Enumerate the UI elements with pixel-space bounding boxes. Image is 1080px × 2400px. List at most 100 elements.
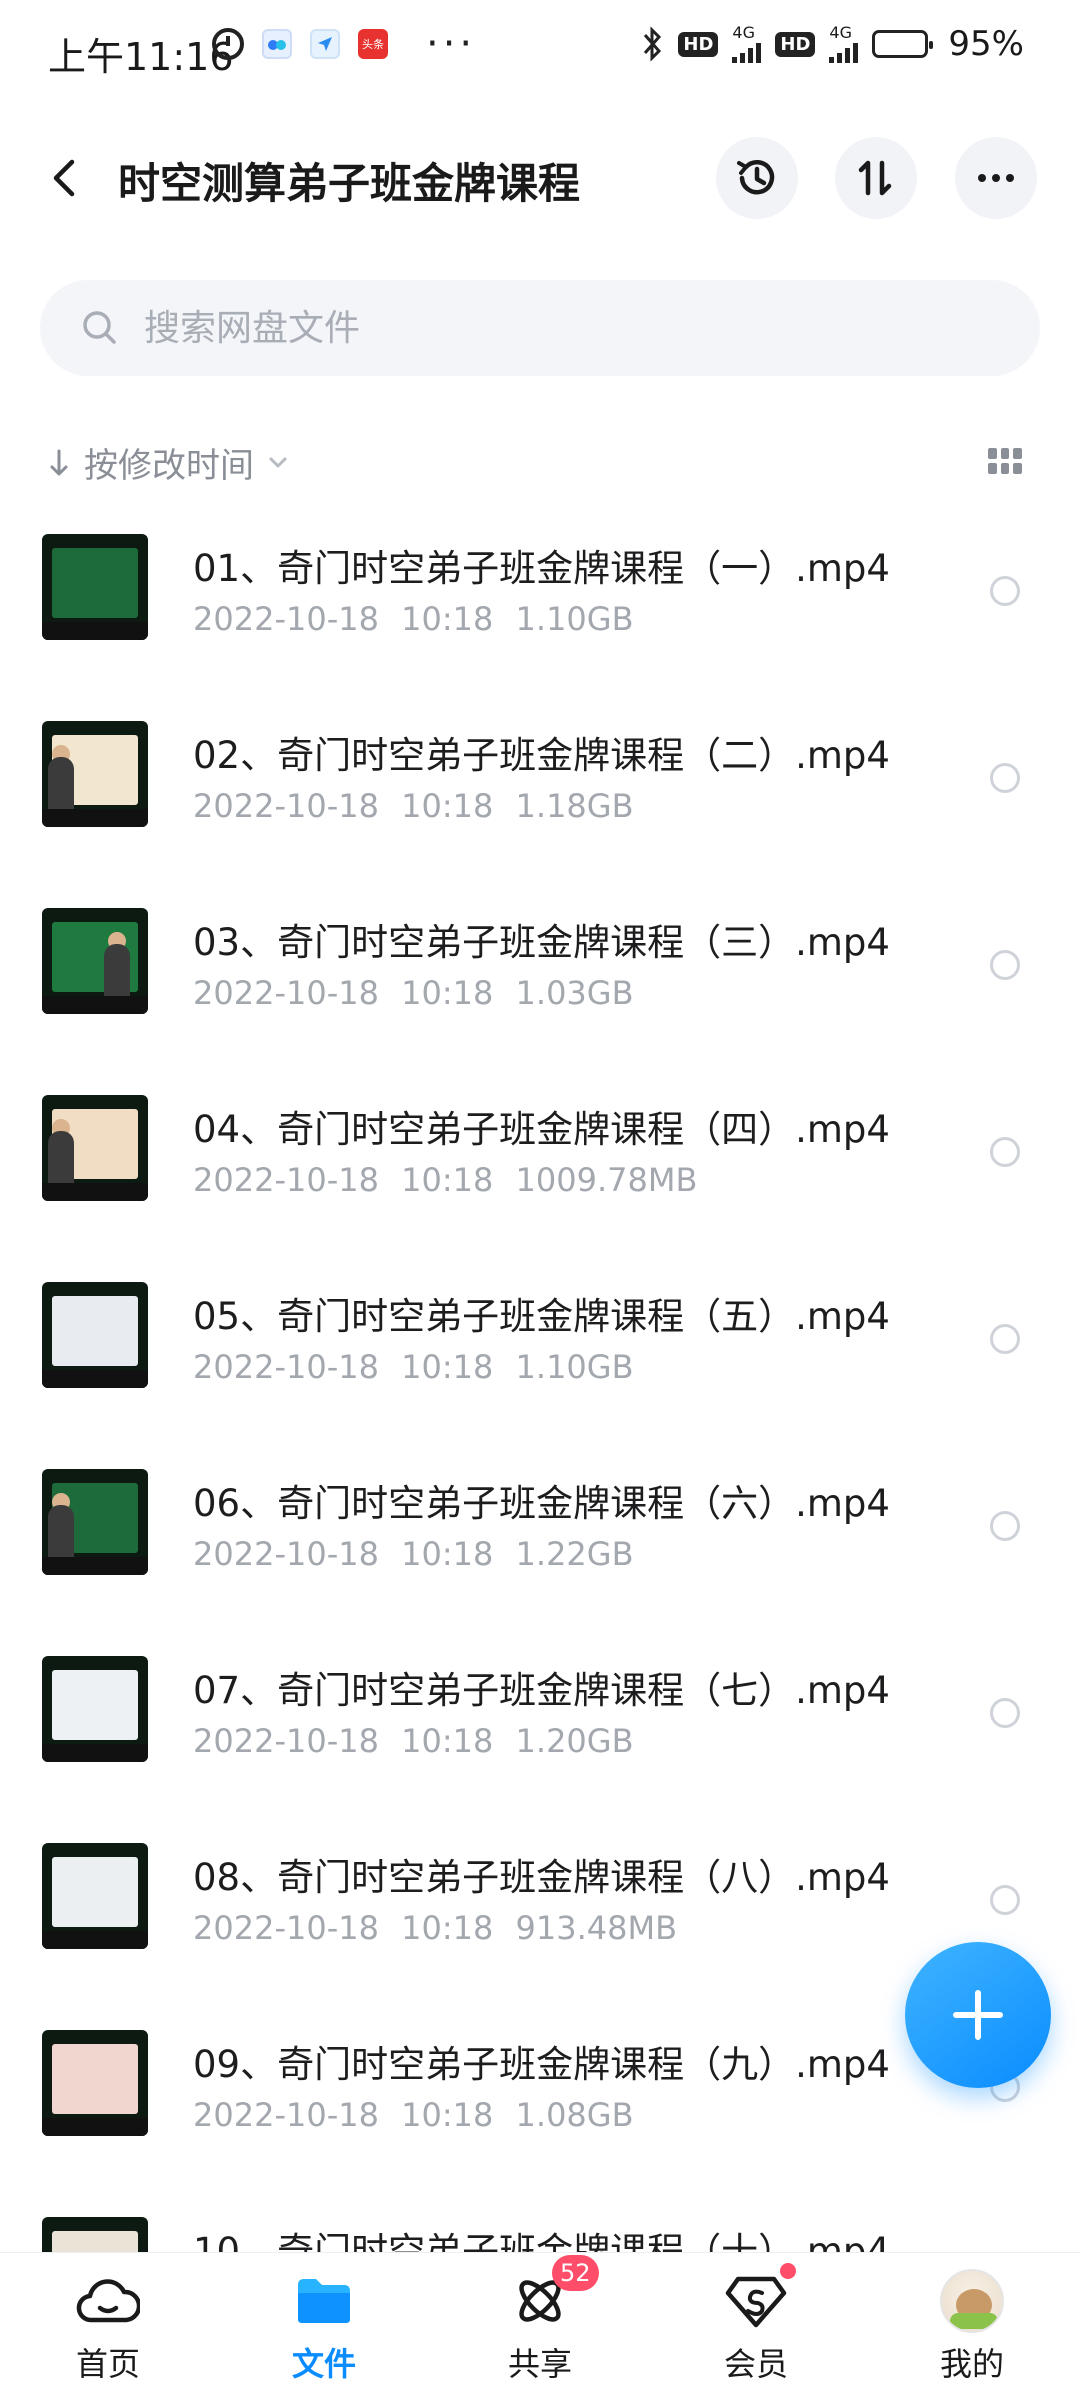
more-button[interactable] [955, 137, 1037, 219]
back-button[interactable] [40, 152, 92, 204]
baidu-netdisk-notify-icon [262, 29, 292, 59]
history-icon [737, 159, 775, 195]
file-meta: 2022-10-18 10:18 1.10GB [193, 600, 634, 638]
more-horizontal-icon [978, 174, 1014, 182]
nav-files-label: 文件 [291, 2345, 356, 2383]
file-meta: 2022-10-18 10:18 1.08GB [193, 2096, 634, 2134]
video-thumbnail [42, 534, 148, 640]
video-thumbnail [42, 2030, 148, 2136]
battery-percent: 95% [948, 24, 1024, 64]
file-name: 06、奇门时空弟子班金牌课程（六）.mp4 [193, 1482, 890, 1525]
signal-1: 4G [732, 25, 762, 63]
nav-share-label: 共享 [507, 2345, 572, 2383]
file-name: 02、奇门时空弟子班金牌课程（二）.mp4 [193, 734, 890, 777]
folder-icon [292, 2269, 356, 2333]
toutiao-notify-icon: 头条 [358, 29, 388, 59]
plus-icon [953, 1990, 1003, 2040]
status-left-icons: 头条 ··· [212, 21, 477, 67]
video-thumbnail [42, 1282, 148, 1388]
share-count-badge: 52 [552, 2255, 599, 2291]
signal-bars-icon [829, 41, 859, 63]
file-name: 08、奇门时空弟子班金牌课程（八）.mp4 [193, 1856, 890, 1899]
add-button[interactable] [905, 1942, 1051, 2088]
nav-vip-label: 会员 [723, 2345, 788, 2383]
search-input[interactable] [144, 307, 944, 349]
file-meta: 2022-10-18 10:18 1.22GB [193, 1535, 634, 1573]
sort-dropdown[interactable]: 按修改时间 [48, 438, 288, 487]
select-checkbox[interactable] [990, 1137, 1020, 1167]
file-name: 09、奇门时空弟子班金牌课程（九）.mp4 [193, 2043, 890, 2086]
status-time: 上午11:16 [48, 35, 234, 79]
file-row[interactable]: 02、奇门时空弟子班金牌课程（二）.mp4 2022-10-18 10:18 1… [0, 717, 1080, 904]
nav-me[interactable]: 我的 [892, 2269, 1052, 2399]
alarm-icon [212, 28, 244, 60]
nav-files[interactable]: 文件 [244, 2269, 404, 2399]
chevron-down-icon [269, 457, 287, 467]
nav-vip[interactable]: 会员 [676, 2263, 836, 2399]
video-thumbnail [42, 1656, 148, 1762]
nav-home[interactable]: 首页 [28, 2269, 188, 2399]
nav-share[interactable]: 52 共享 [460, 2255, 620, 2399]
transfer-button[interactable] [835, 137, 917, 219]
select-checkbox[interactable] [990, 1324, 1020, 1354]
video-thumbnail [42, 1843, 148, 1949]
page-title: 时空测算弟子班金牌课程 [118, 159, 581, 208]
file-meta: 2022-10-18 10:18 1.03GB [193, 974, 634, 1012]
sort-toolbar: 按修改时间 [0, 430, 1080, 494]
signal-bars-icon [732, 41, 762, 63]
grid-view-toggle[interactable] [988, 448, 1022, 474]
transfer-updown-icon [858, 160, 892, 196]
battery-icon [872, 30, 934, 58]
select-checkbox[interactable] [990, 950, 1020, 980]
file-row[interactable]: 07、奇门时空弟子班金牌课程（七）.mp4 2022-10-18 10:18 1… [0, 1652, 1080, 1839]
file-name: 04、奇门时空弟子班金牌课程（四）.mp4 [193, 1108, 890, 1151]
sort-label: 按修改时间 [84, 446, 254, 486]
status-right-icons: HD 4G HD 4G 95% [642, 24, 1024, 64]
video-thumbnail [42, 721, 148, 827]
notification-dot [780, 2263, 796, 2279]
hd-badge-2: HD [775, 31, 816, 57]
select-checkbox[interactable] [990, 1885, 1020, 1915]
file-row[interactable]: 04、奇门时空弟子班金牌课程（四）.mp4 2022-10-18 10:18 1… [0, 1091, 1080, 1278]
nav-me-label: 我的 [939, 2345, 1004, 2383]
file-row[interactable]: 05、奇门时空弟子班金牌课程（五）.mp4 2022-10-18 10:18 1… [0, 1278, 1080, 1465]
select-checkbox[interactable] [990, 1698, 1020, 1728]
select-checkbox[interactable] [990, 576, 1020, 606]
vip-diamond-icon [724, 2263, 796, 2333]
file-name: 01、奇门时空弟子班金牌课程（一）.mp4 [193, 547, 890, 590]
status-bar: 上午11:16 头条 ··· HD 4G HD 4G 95% [0, 0, 1080, 100]
file-name: 03、奇门时空弟子班金牌课程（三）.mp4 [193, 921, 890, 964]
file-name: 07、奇门时空弟子班金牌课程（七）.mp4 [193, 1669, 890, 1712]
history-button[interactable] [716, 137, 798, 219]
search-icon [83, 311, 116, 344]
file-row[interactable]: 03、奇门时空弟子班金牌课程（三）.mp4 2022-10-18 10:18 1… [0, 904, 1080, 1091]
top-app-bar: 时空测算弟子班金牌课程 [0, 130, 1080, 226]
more-notifications-icon: ··· [426, 21, 477, 67]
bottom-navigation: 首页 文件 52 共享 会员 我的 [0, 2252, 1080, 2400]
video-thumbnail [42, 908, 148, 1014]
file-meta: 2022-10-18 10:18 1.20GB [193, 1722, 634, 1760]
avatar-icon [940, 2269, 1004, 2333]
file-row[interactable]: 01、奇门时空弟子班金牌课程（一）.mp4 2022-10-18 10:18 1… [0, 530, 1080, 717]
select-checkbox[interactable] [990, 763, 1020, 793]
file-meta: 2022-10-18 10:18 1.18GB [193, 787, 634, 825]
video-thumbnail [42, 1095, 148, 1201]
file-meta: 2022-10-18 10:18 1.10GB [193, 1348, 634, 1386]
bluetooth-icon [644, 26, 662, 62]
share-atom-icon: 52 [508, 2255, 599, 2333]
select-checkbox[interactable] [990, 1511, 1020, 1541]
nav-home-label: 首页 [75, 2345, 140, 2383]
cloud-home-icon [76, 2269, 140, 2333]
arrow-down-icon [50, 449, 68, 475]
search-bar[interactable] [40, 280, 1040, 376]
file-row[interactable]: 06、奇门时空弟子班金牌课程（六）.mp4 2022-10-18 10:18 1… [0, 1465, 1080, 1652]
file-meta: 2022-10-18 10:18 1009.78MB [193, 1161, 698, 1199]
hd-badge-1: HD [678, 31, 719, 57]
file-meta: 2022-10-18 10:18 913.48MB [193, 1909, 678, 1947]
file-name: 05、奇门时空弟子班金牌课程（五）.mp4 [193, 1295, 890, 1338]
chevron-left-icon [53, 159, 75, 197]
send-notify-icon [310, 29, 340, 59]
file-list: 01、奇门时空弟子班金牌课程（一）.mp4 2022-10-18 10:18 1… [0, 530, 1080, 2400]
video-thumbnail [42, 1469, 148, 1575]
signal-2: 4G [829, 25, 859, 63]
